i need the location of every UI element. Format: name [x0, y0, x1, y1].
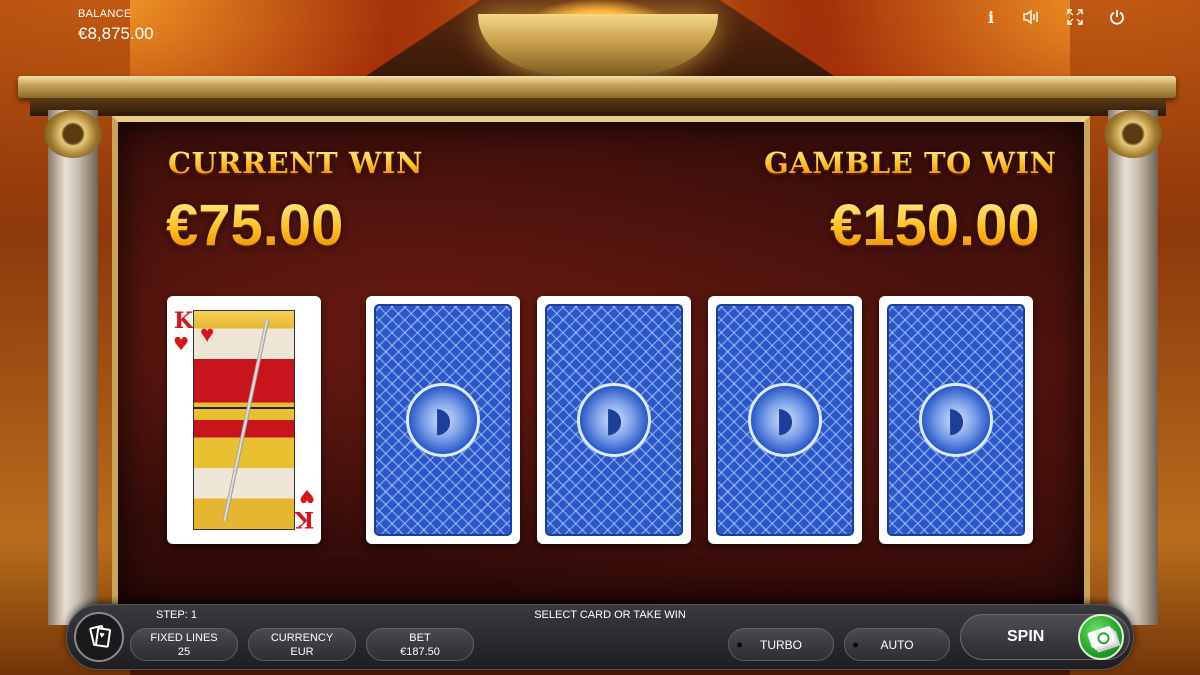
- heart-card-icon: [94, 627, 112, 648]
- balance-value: €8,875.00: [78, 24, 154, 43]
- turbo-label: TURBO: [760, 637, 802, 652]
- card-back-logo-icon: ◗: [919, 383, 993, 457]
- gamble-to-win-amount: €150.00: [830, 193, 1040, 258]
- temple-beam-shadow: [30, 98, 1166, 116]
- power-icon[interactable]: [1106, 6, 1128, 28]
- sound-icon[interactable]: [1020, 6, 1042, 28]
- choice-card-4[interactable]: ◗: [879, 296, 1033, 544]
- card-back-pattern: ◗: [545, 304, 683, 536]
- bet-label: BET: [409, 631, 431, 644]
- currency-value: EUR: [290, 645, 314, 658]
- card-rank-bottom: K: [294, 506, 314, 532]
- left-column: [48, 110, 98, 625]
- card-back-pattern: ◗: [716, 304, 854, 536]
- bet-value: €187.50: [400, 645, 440, 658]
- card-suit-top: ♥: [173, 334, 190, 355]
- dealer-card-king-of-hearts: ♥ K ♥ K ♥: [167, 296, 321, 544]
- choice-card-1[interactable]: ◗: [366, 296, 520, 544]
- info-icon[interactable]: i: [980, 6, 1002, 28]
- currency-display: CURRENCY EUR: [248, 628, 356, 661]
- card-suit-bottom: ♥: [298, 485, 315, 506]
- balance-label: BALANCE: [78, 8, 132, 20]
- temple-beam: [18, 76, 1176, 98]
- card-back-pattern: ◗: [374, 304, 512, 536]
- auto-label: AUTO: [880, 637, 914, 652]
- spin-label: SPIN: [1007, 628, 1045, 645]
- left-column-capital: [44, 110, 102, 158]
- fixed-lines-display: FIXED LINES 25: [130, 628, 238, 661]
- card-back-logo-icon: ◗: [577, 383, 651, 457]
- current-win-label: CURRENT WIN: [168, 146, 424, 180]
- turbo-toggle[interactable]: TURBO: [728, 628, 834, 661]
- fixed-lines-value: 25: [177, 645, 191, 658]
- choice-card-3[interactable]: ◗: [708, 296, 862, 544]
- currency-label: CURRENCY: [270, 631, 334, 644]
- right-column: [1108, 110, 1158, 625]
- choice-card-2[interactable]: ◗: [537, 296, 691, 544]
- fixed-lines-label: FIXED LINES: [150, 631, 218, 644]
- sword-icon: [222, 318, 270, 522]
- card-back-pattern: ◗: [887, 304, 1025, 536]
- card-back-logo-icon: ◗: [406, 383, 480, 457]
- auto-indicator-dot: [853, 642, 858, 647]
- gamble-to-win-label: GAMBLE TO WIN: [764, 146, 1057, 180]
- right-column-capital: [1104, 110, 1162, 158]
- auto-toggle[interactable]: AUTO: [844, 628, 950, 661]
- card-rank-top: K: [174, 308, 194, 334]
- turbo-indicator-dot: [737, 642, 742, 647]
- fullscreen-icon[interactable]: [1064, 6, 1086, 28]
- bet-selector[interactable]: BET €187.50: [366, 628, 474, 661]
- gamble-cards-button[interactable]: [74, 612, 124, 662]
- card-back-logo-icon: ◗: [748, 383, 822, 457]
- cash-icon: [1087, 625, 1115, 649]
- heart-suit-icon: ♥: [200, 321, 215, 348]
- collect-cash-button[interactable]: [1078, 614, 1124, 660]
- current-win-amount: €75.00: [166, 193, 344, 258]
- king-portrait: ♥: [193, 310, 295, 530]
